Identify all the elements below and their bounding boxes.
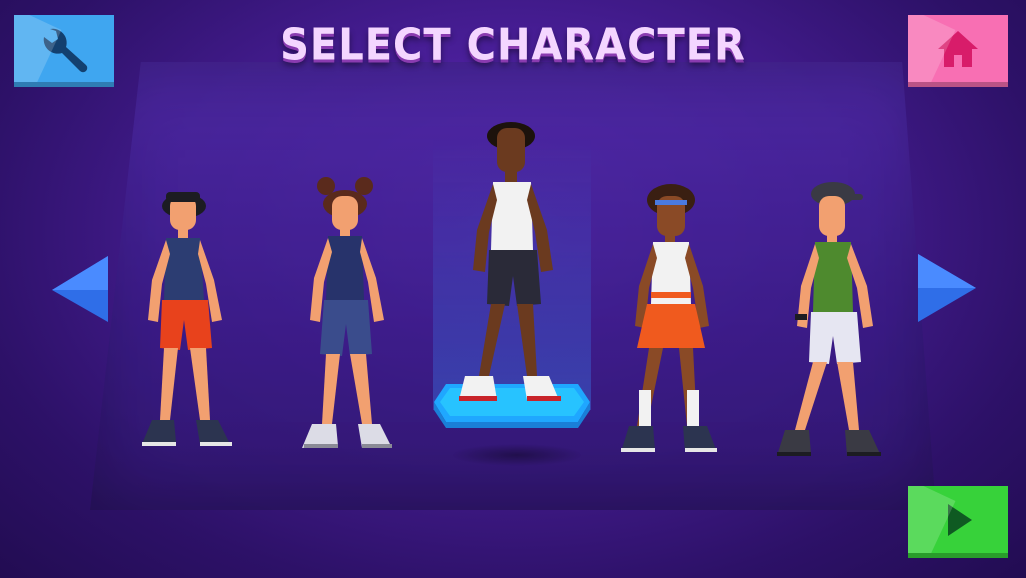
character-runner-2[interactable] xyxy=(290,174,400,470)
character-runner-5[interactable] xyxy=(775,180,895,470)
character-runner-4[interactable] xyxy=(615,180,725,470)
wrench-icon xyxy=(43,28,88,72)
floor-shadow xyxy=(452,444,582,466)
home-icon xyxy=(938,30,978,67)
arrow-left-icon[interactable] xyxy=(50,254,112,324)
play-icon xyxy=(948,503,972,536)
character-runner-1[interactable] xyxy=(130,180,240,470)
screen-title: SELECT CHARACTER xyxy=(280,19,746,71)
play-button[interactable] xyxy=(908,486,1008,558)
character-runner-3[interactable] xyxy=(455,120,575,410)
arrow-right-icon[interactable] xyxy=(914,252,978,324)
home-button[interactable] xyxy=(908,15,1008,87)
settings-button[interactable] xyxy=(14,15,114,87)
